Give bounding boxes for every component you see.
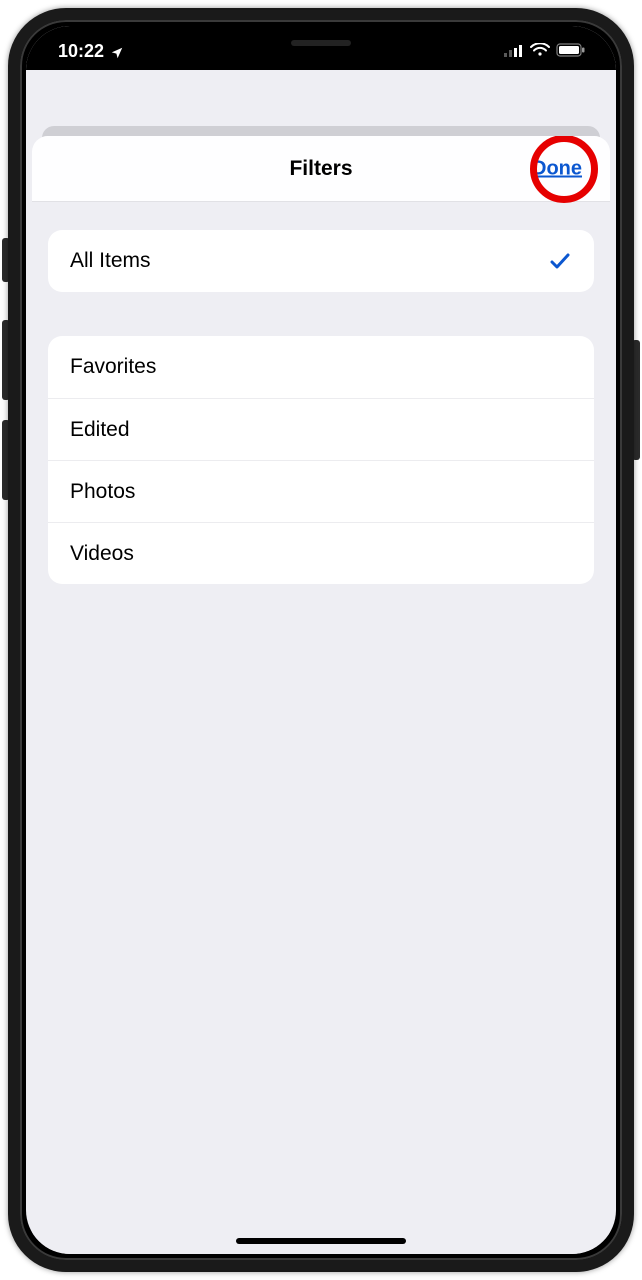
screen: 10:22 [26,26,616,1254]
filter-row-all-items[interactable]: All Items [48,230,594,292]
phone-frame: 10:22 [8,8,634,1272]
filters-sheet: Filters Done All Items [32,136,610,1254]
location-arrow-icon [110,44,124,58]
filter-row-photos[interactable]: Photos [48,460,594,522]
device-notch [216,26,426,58]
sheet-header: Filters Done [32,136,610,202]
filter-row-label: Edited [70,418,130,442]
filter-row-label: Favorites [70,355,156,379]
filter-row-videos[interactable]: Videos [48,522,594,584]
sheet-body: All Items Favorites Edited Pho [32,202,610,612]
filter-group-primary: All Items [48,230,594,292]
done-button[interactable]: Done [532,157,582,180]
filter-group-options: Favorites Edited Photos Videos [48,336,594,584]
cellular-signal-icon [504,41,524,62]
home-indicator[interactable] [236,1238,406,1244]
checkmark-icon [548,249,572,273]
battery-icon [556,41,586,62]
sheet-title: Filters [289,157,352,181]
status-time: 10:22 [58,41,104,62]
filter-row-label: All Items [70,249,151,273]
filter-row-edited[interactable]: Edited [48,398,594,460]
filter-row-favorites[interactable]: Favorites [48,336,594,398]
wifi-icon [530,41,550,62]
filter-row-label: Photos [70,480,135,504]
filter-row-label: Videos [70,542,134,566]
